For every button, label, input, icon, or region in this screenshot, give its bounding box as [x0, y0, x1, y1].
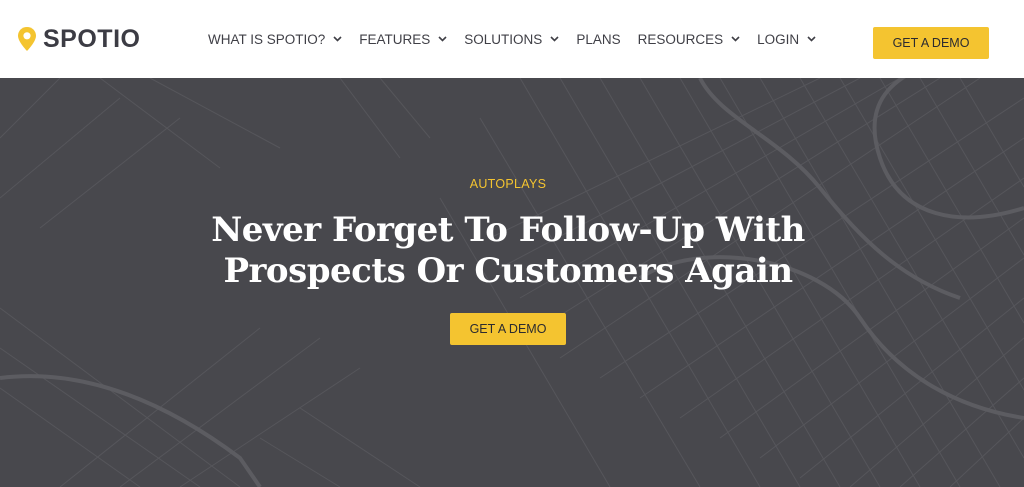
hero-eyebrow: AUTOPLAYS [469, 177, 547, 191]
nav-item-resources[interactable]: RESOURCES [638, 32, 741, 47]
nav-item-plans[interactable]: PLANS [576, 32, 620, 47]
hero-headline-line-2: Prospects Or Customers Again [223, 251, 793, 291]
site-header: SPOTIO WHAT IS SPOTIO? FEATURES SOLUTION… [0, 0, 1024, 78]
nav-item-label: FEATURES [359, 31, 431, 47]
get-a-demo-button[interactable]: GET A DEMO [873, 27, 989, 59]
map-pin-icon [18, 27, 36, 51]
chevron-down-icon [807, 36, 816, 42]
main-nav: WHAT IS SPOTIO? FEATURES SOLUTIONS PLANS… [208, 0, 833, 78]
chevron-down-icon [731, 36, 740, 42]
nav-item-label: PLANS [576, 31, 621, 47]
nav-item-features[interactable]: FEATURES [359, 32, 447, 47]
nav-item-what-is-spotio[interactable]: WHAT IS SPOTIO? [208, 32, 342, 47]
hero-headline-line-1: Never Forget To Follow-Up With [211, 210, 805, 250]
chevron-down-icon [333, 36, 342, 42]
spotio-logo[interactable]: SPOTIO [17, 26, 140, 52]
hero-get-a-demo-button[interactable]: GET A DEMO [450, 313, 566, 345]
logo-text: SPOTIO [43, 25, 141, 53]
nav-item-label: SOLUTIONS [464, 31, 543, 47]
nav-item-solutions[interactable]: SOLUTIONS [464, 32, 559, 47]
chevron-down-icon [550, 36, 559, 42]
nav-item-label: WHAT IS SPOTIO? [208, 31, 326, 47]
nav-item-login[interactable]: LOGIN [757, 32, 816, 47]
nav-item-label: LOGIN [757, 31, 800, 47]
hero-section: AUTOPLAYS Never Forget To Follow-Up With… [0, 78, 1024, 487]
chevron-down-icon [438, 36, 447, 42]
nav-item-label: RESOURCES [637, 31, 724, 47]
hero-headline: Never Forget To Follow-Up With Prospects… [0, 210, 1016, 292]
